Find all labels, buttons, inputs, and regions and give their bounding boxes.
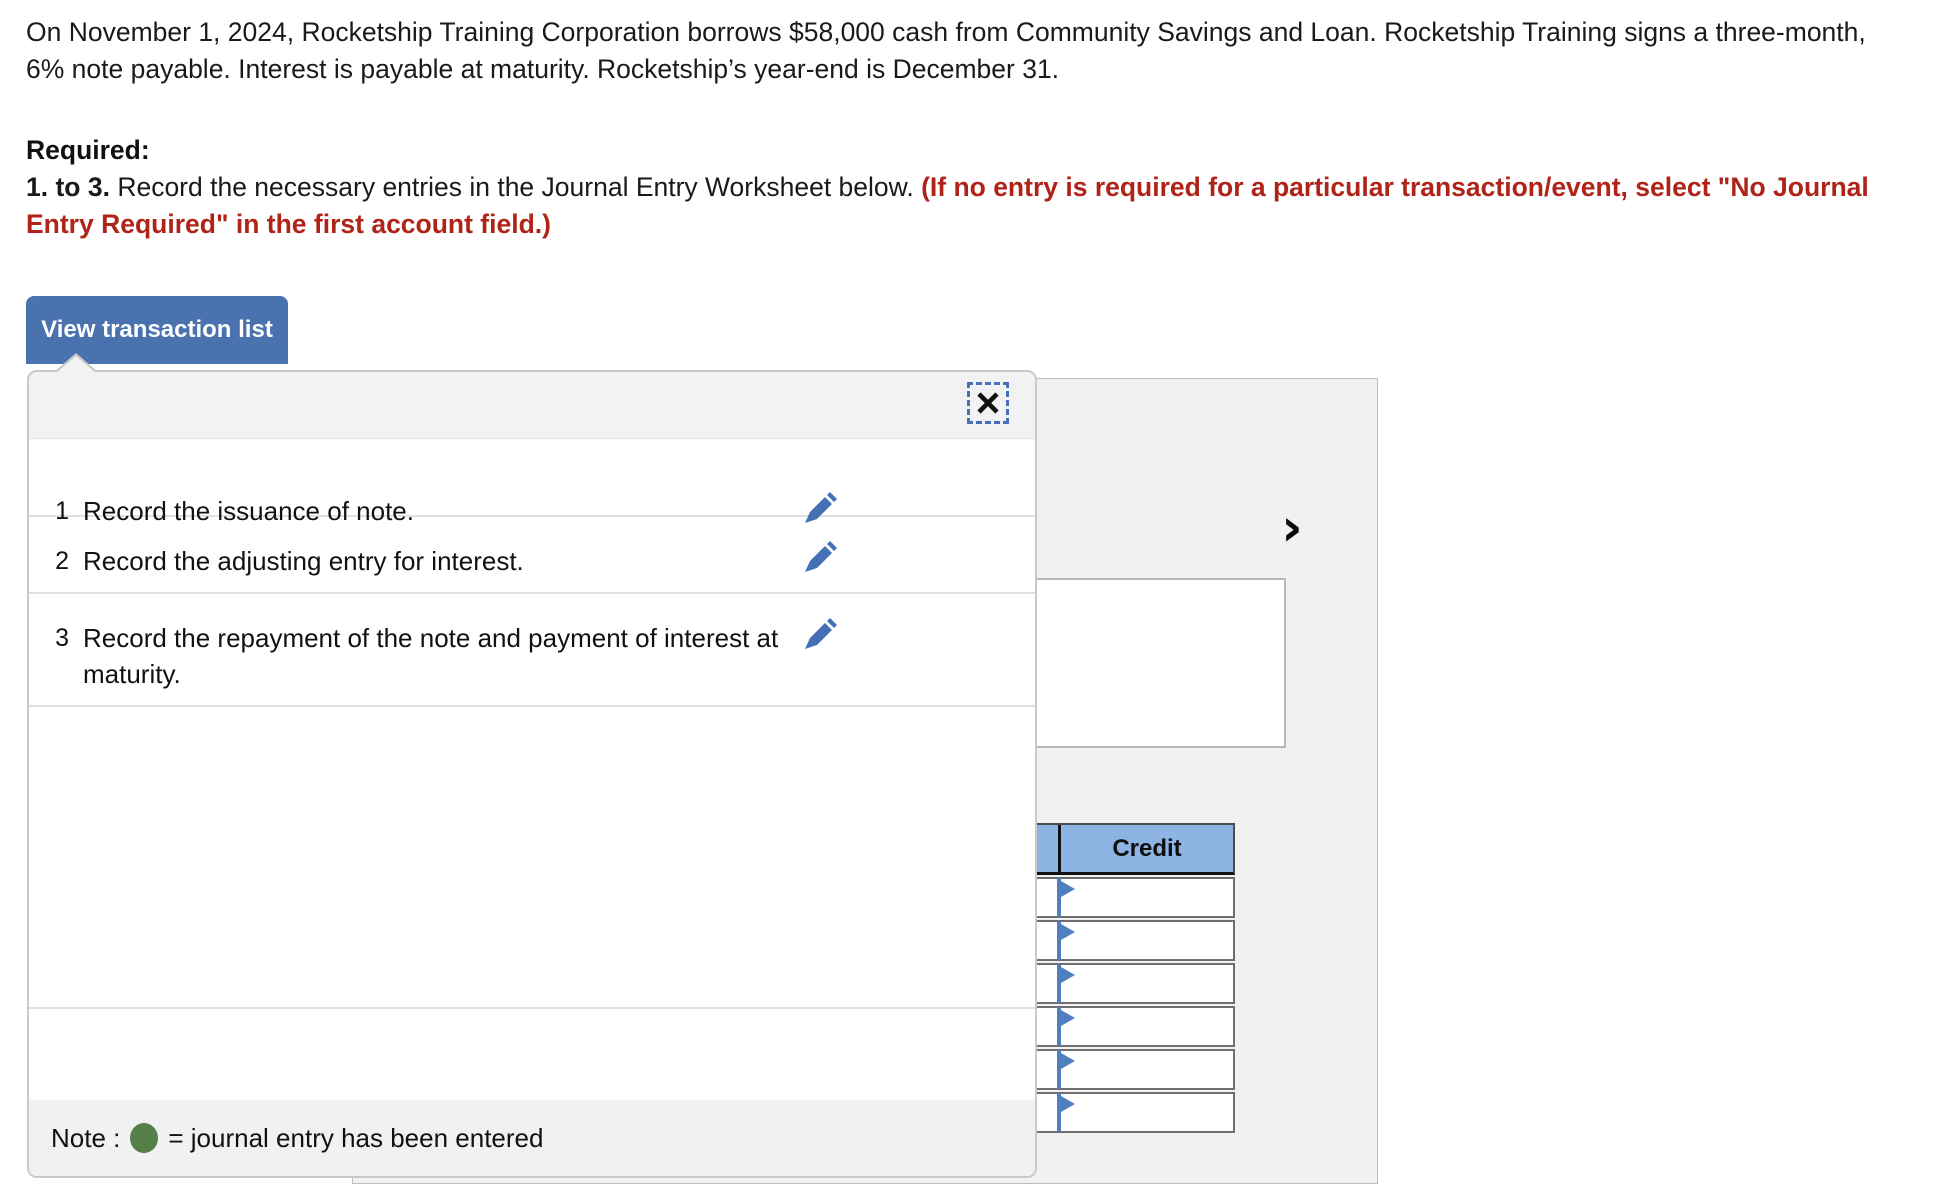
required-instruction: 1. to 3. Record the necessary entries in… <box>26 169 1906 243</box>
row-marker-icon <box>1061 967 1075 983</box>
table-cell-credit[interactable] <box>1057 920 1235 961</box>
problem-statement-text: On November 1, 2024, Rocketship Training… <box>26 17 1866 84</box>
journal-entry-table: Credit <box>1025 823 1235 1133</box>
problem-statement-block: On November 1, 2024, Rocketship Training… <box>26 14 1906 243</box>
table-row <box>1025 1049 1235 1090</box>
table-cell-credit[interactable] <box>1057 1006 1235 1047</box>
popup-note-legend: Note : = journal entry has been entered <box>29 1100 1035 1176</box>
table-cell-credit[interactable] <box>1057 1092 1235 1133</box>
list-empty-area <box>29 707 1035 1009</box>
list-item-number: 2 <box>55 547 69 575</box>
green-dot-icon <box>130 1123 159 1153</box>
note-prefix-label: Note : <box>51 1122 121 1153</box>
table-header-row: Credit <box>1025 823 1235 875</box>
table-cell-credit[interactable] <box>1057 963 1235 1004</box>
table-row <box>1025 920 1235 961</box>
list-item[interactable]: 1 Record the issuance of note. <box>29 439 1035 526</box>
table-cell-credit[interactable] <box>1057 1049 1235 1090</box>
table-row <box>1025 877 1235 918</box>
list-item-number: 3 <box>55 624 69 652</box>
transaction-list-popup: 1 Record the issuance of note. 2 Record … <box>27 370 1037 1178</box>
popup-pointer <box>56 356 96 373</box>
row-marker-icon <box>1061 1096 1075 1112</box>
transaction-list: 1 Record the issuance of note. 2 Record … <box>29 439 1035 1009</box>
required-label: Required: <box>26 135 150 165</box>
list-item[interactable]: 3 Record the repayment of the note and p… <box>29 594 1035 707</box>
table-row <box>1025 1006 1235 1047</box>
view-transaction-list-label: View transaction list <box>41 316 273 343</box>
worksheet-input-box[interactable] <box>1034 578 1286 748</box>
row-marker-icon <box>1061 924 1075 940</box>
list-item-description: Record the adjusting entry for interest. <box>83 546 524 576</box>
required-step-range: 1. to 3. <box>26 172 110 202</box>
table-row <box>1025 963 1235 1004</box>
pencil-edit-icon[interactable] <box>801 539 839 577</box>
chevron-right-icon[interactable]: › <box>1272 502 1312 557</box>
required-instruction-text: Record the necessary entries in the Jour… <box>109 172 922 202</box>
note-suffix-label: = journal entry has been entered <box>168 1122 544 1153</box>
popup-header <box>29 372 1035 439</box>
required-block: Required: 1. to 3. Record the necessary … <box>26 132 1906 243</box>
row-marker-icon <box>1061 881 1075 897</box>
list-item-description: Record the repayment of the note and pay… <box>83 623 779 689</box>
row-marker-icon <box>1061 1053 1075 1069</box>
table-header-credit: Credit <box>1061 825 1233 872</box>
close-x-icon[interactable] <box>967 382 1009 424</box>
table-row <box>1025 1092 1235 1133</box>
row-marker-icon <box>1061 1010 1075 1026</box>
table-cell-credit[interactable] <box>1057 877 1235 918</box>
list-item[interactable]: 2 Record the adjusting entry for interes… <box>29 517 1035 594</box>
pencil-edit-icon[interactable] <box>801 616 839 654</box>
